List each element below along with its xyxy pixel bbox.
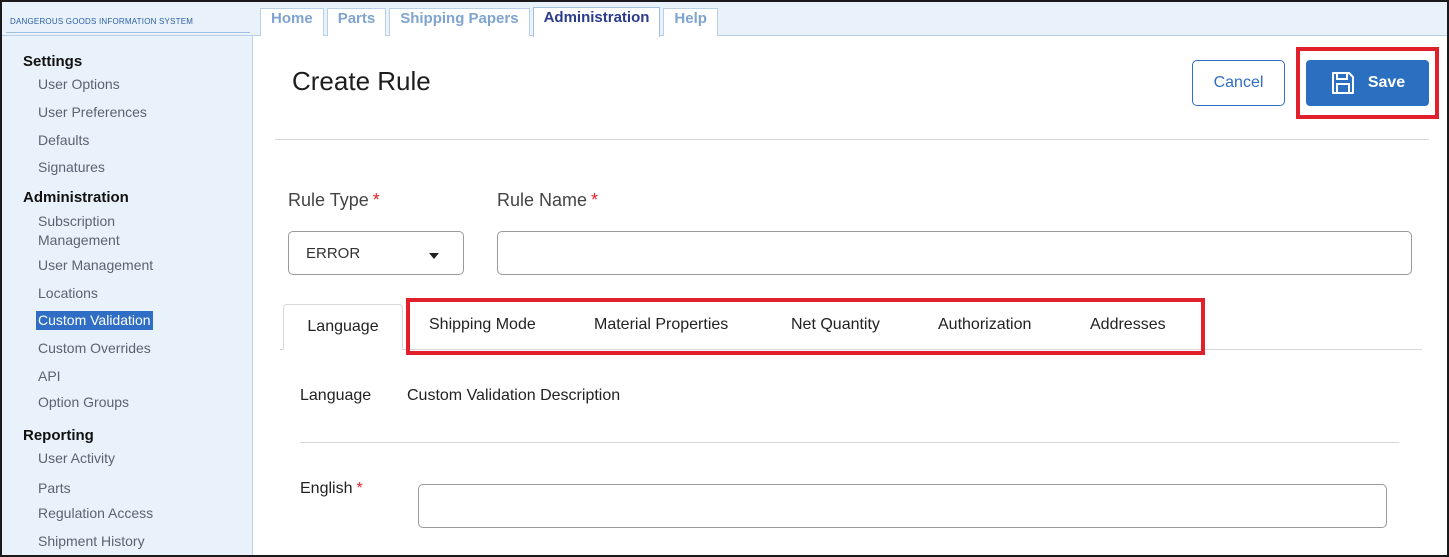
sidebar-item-subscription[interactable]: Subscription — [38, 212, 115, 231]
sidebar: Settings User Options User Preferences D… — [2, 36, 253, 555]
column-header-description: Custom Validation Description — [407, 387, 621, 404]
nav-tab-administration[interactable]: Administration — [532, 7, 661, 37]
tab-addresses[interactable]: Addresses — [1090, 316, 1166, 334]
app-window: Dangerous Goods Information System Home … — [0, 0, 1449, 557]
nav-tab-help[interactable]: Help — [663, 8, 718, 36]
sidebar-item-option-groups[interactable]: Option Groups — [38, 393, 129, 412]
rule-type-value: ERROR — [306, 245, 361, 262]
sidebar-item-regulation-access[interactable]: Regulation Access — [38, 504, 153, 523]
header-divider — [275, 139, 1429, 140]
sidebar-heading-settings: Settings — [23, 53, 83, 70]
top-bar: Dangerous Goods Information System Home … — [2, 2, 1447, 37]
sidebar-item-signatures[interactable]: Signatures — [38, 158, 105, 177]
english-label: English * — [300, 480, 363, 497]
sidebar-heading-reporting: Reporting — [23, 427, 94, 444]
required-mark: * — [372, 190, 380, 210]
rule-type-label: Rule Type * — [288, 190, 380, 210]
sidebar-item-user-activity[interactable]: User Activity — [38, 449, 115, 468]
sidebar-item-user-management[interactable]: User Management — [38, 256, 153, 275]
app-brand: Dangerous Goods Information System — [6, 9, 250, 33]
sidebar-item-api[interactable]: API — [38, 367, 61, 386]
sidebar-item-custom-validation[interactable]: Custom Validation — [36, 311, 153, 330]
tabs-divider — [280, 349, 1422, 350]
sidebar-heading-administration: Administration — [23, 189, 129, 206]
sidebar-item-shipment-history[interactable]: Shipment History — [38, 532, 145, 551]
save-button[interactable]: Save — [1306, 60, 1429, 106]
page-title: Create Rule — [292, 66, 431, 96]
nav-tab-home[interactable]: Home — [260, 8, 324, 36]
rule-name-input[interactable] — [497, 231, 1412, 275]
cancel-button[interactable]: Cancel — [1192, 60, 1285, 106]
required-mark: * — [591, 190, 599, 210]
rule-name-label: Rule Name * — [497, 190, 599, 210]
sidebar-item-locations[interactable]: Locations — [38, 284, 98, 303]
tab-material-properties[interactable]: Material Properties — [594, 316, 728, 334]
sidebar-item-defaults[interactable]: Defaults — [38, 131, 89, 150]
table-divider — [300, 442, 1399, 443]
tab-net-quantity[interactable]: Net Quantity — [791, 316, 880, 334]
sidebar-item-subscription-management[interactable]: Management — [38, 231, 120, 250]
nav-tab-shipping-papers[interactable]: Shipping Papers — [389, 8, 530, 36]
main-nav: Home Parts Shipping Papers Administratio… — [260, 7, 718, 37]
sidebar-item-parts[interactable]: Parts — [38, 479, 71, 498]
floppy-disk-icon — [1331, 72, 1354, 94]
save-button-label: Save — [1367, 74, 1406, 91]
nav-tab-parts[interactable]: Parts — [326, 8, 387, 36]
tab-authorization[interactable]: Authorization — [938, 316, 1031, 334]
tab-shipping-mode[interactable]: Shipping Mode — [429, 316, 536, 334]
sidebar-item-custom-overrides[interactable]: Custom Overrides — [38, 339, 151, 358]
rule-type-select[interactable]: ERROR — [288, 231, 464, 275]
sidebar-item-user-options[interactable]: User Options — [38, 75, 120, 94]
sidebar-item-user-preferences[interactable]: User Preferences — [38, 103, 147, 122]
chevron-down-icon — [429, 253, 439, 259]
english-description-input[interactable] — [418, 484, 1387, 528]
column-header-language: Language — [300, 387, 372, 404]
tab-language[interactable]: Language — [283, 304, 403, 350]
required-mark: * — [356, 480, 363, 497]
